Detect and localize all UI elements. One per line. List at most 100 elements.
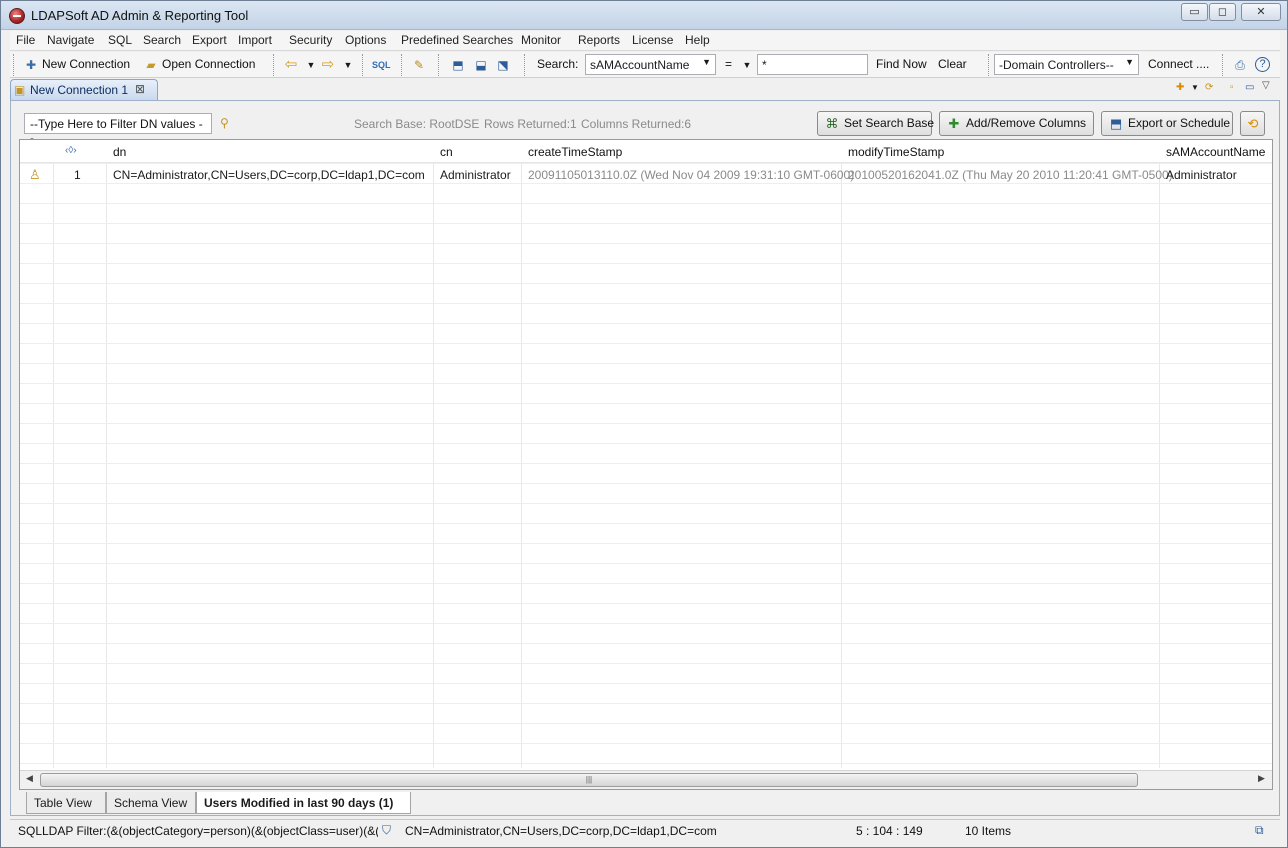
column-header-dn[interactable]: dn <box>113 145 126 159</box>
pencil-edit-icon[interactable]: ✎ <box>411 57 427 73</box>
row-divider <box>20 163 1272 164</box>
toolbar-separator <box>438 54 439 76</box>
row-divider <box>20 663 1272 664</box>
view-menu-icon[interactable]: ▼ <box>1191 83 1199 92</box>
menu-export[interactable]: Export <box>192 33 227 47</box>
menu-file[interactable]: File <box>16 33 35 47</box>
fast-view-icon[interactable]: ⧉ <box>1255 823 1264 838</box>
cell-cn[interactable]: Administrator <box>440 168 511 182</box>
operator-dropdown-icon[interactable]: ▼ <box>739 57 755 73</box>
app-window: LDAPSoft AD Admin & Reporting Tool ▭ ◻ ✕… <box>0 0 1288 848</box>
search-value-input[interactable]: * <box>757 54 868 75</box>
plus-icon: ✚ <box>948 116 960 131</box>
new-connection-button[interactable]: New Connection <box>42 57 130 71</box>
cell-modifytimestamp[interactable]: 20100520162041.0Z (Thu May 20 2010 11:20… <box>848 168 1173 182</box>
refresh-view-icon[interactable]: ⟳ <box>1205 82 1213 93</box>
results-table: ‹◊› dn cn createTimeStamp modifyTimeStam… <box>19 139 1273 790</box>
row-divider <box>20 603 1272 604</box>
compare-icon[interactable]: ⬔ <box>495 57 511 73</box>
clear-button[interactable]: Clear <box>938 57 967 71</box>
export-icon: ⬒ <box>1109 116 1123 131</box>
scroll-left-icon[interactable]: ◀ <box>26 773 33 784</box>
forward-arrow-icon[interactable]: ⇨ <box>320 57 336 73</box>
connection-status-icon: ⛉ <box>382 823 392 837</box>
search-label: Search: <box>537 57 579 71</box>
toolbar-separator <box>524 54 525 76</box>
menu-import[interactable]: Import <box>238 33 272 47</box>
column-header-createtimestamp[interactable]: createTimeStamp <box>528 145 622 159</box>
horizontal-scrollbar[interactable]: ◀ ||| ▶ <box>20 770 1272 789</box>
maximize-button[interactable]: ◻ <box>1209 3 1236 21</box>
menu-navigate[interactable]: Navigate <box>47 33 94 47</box>
menu-security[interactable]: Security <box>289 33 332 47</box>
open-connection-button[interactable]: Open Connection <box>162 57 255 71</box>
close-button[interactable]: ✕ <box>1241 3 1281 21</box>
dn-filter-input[interactable]: --Type Here to Filter DN values -- <box>24 113 212 145</box>
column-header-modifytimestamp[interactable]: modifyTimeStamp <box>848 145 944 159</box>
menu-search[interactable]: Search <box>143 33 181 47</box>
add-remove-columns-button[interactable]: ✚ Add/Remove Columns <box>939 111 1094 136</box>
row-divider <box>20 343 1272 344</box>
row-divider <box>20 223 1272 224</box>
connection-icon: ▣ <box>14 83 26 97</box>
toolbar-separator <box>1222 54 1223 76</box>
table-column <box>842 140 1160 768</box>
back-dropdown-icon[interactable]: ▼ <box>303 57 319 73</box>
menu-help[interactable]: Help <box>685 33 710 47</box>
row-divider <box>20 423 1272 424</box>
back-arrow-icon[interactable]: ⇦ <box>283 57 299 73</box>
minimize-view-icon[interactable]: ▫ <box>1230 82 1234 93</box>
search-attribute-select[interactable]: sAMAccountName ▼ <box>585 54 716 75</box>
refresh-button[interactable]: ⟲ <box>1240 111 1265 136</box>
toolbar-separator <box>273 54 274 76</box>
export-or-schedule-button[interactable]: ⬒ Export or Schedule <box>1101 111 1233 136</box>
import-icon[interactable]: ⬓ <box>473 57 489 73</box>
connect-button[interactable]: Connect .... <box>1148 57 1209 71</box>
tab-schema-view[interactable]: Schema View <box>106 792 196 814</box>
menu-sql[interactable]: SQL <box>108 33 132 47</box>
cell-samaccountname[interactable]: Administrator <box>1166 168 1237 182</box>
cell-dn[interactable]: CN=Administrator,CN=Users,DC=corp,DC=lda… <box>113 168 425 182</box>
row-divider <box>20 583 1272 584</box>
menu-license[interactable]: License <box>632 33 673 47</box>
column-resize-icon[interactable]: ‹◊› <box>65 145 77 156</box>
maximize-view-icon[interactable]: ▭ <box>1245 82 1254 93</box>
filter-icon[interactable]: ⚲ <box>220 116 229 130</box>
menu-predefined-searches[interactable]: Predefined Searches <box>401 33 513 47</box>
chevron-down-icon[interactable]: ▽ <box>1262 80 1270 91</box>
column-header-samaccountname[interactable]: sAMAccountName <box>1166 145 1265 159</box>
forward-dropdown-icon[interactable]: ▼ <box>340 57 356 73</box>
row-divider <box>20 323 1272 324</box>
user-icon: ♙ <box>29 167 41 182</box>
row-divider <box>20 743 1272 744</box>
row-divider <box>20 283 1272 284</box>
status-bar: SQLLDAP Filter:(&(objectCategory=person)… <box>10 819 1280 841</box>
sql-query-icon[interactable]: SQL <box>372 57 391 73</box>
item-count-text: 10 Items <box>965 824 1012 838</box>
search-base-label: Search Base: RootDSE <box>354 117 480 131</box>
scrollbar-thumb[interactable]: ||| <box>40 773 1138 787</box>
menu-monitor[interactable]: Monitor <box>521 33 561 47</box>
tab-new-connection-1[interactable]: ▣ New Connection 1 ⊠ <box>10 79 158 100</box>
export-icon[interactable]: ⬒ <box>450 57 466 73</box>
domain-controllers-select[interactable]: -Domain Controllers-- ▼ <box>994 54 1139 75</box>
tab-close-icon[interactable]: ⊠ <box>135 82 145 96</box>
find-now-button[interactable]: Find Now <box>876 57 927 71</box>
tab-users-modified[interactable]: Users Modified in last 90 days (1) <box>196 792 411 814</box>
menu-reports[interactable]: Reports <box>578 33 620 47</box>
row-divider <box>20 563 1272 564</box>
scroll-right-icon[interactable]: ▶ <box>1258 773 1265 784</box>
menu-options[interactable]: Options <box>345 33 386 47</box>
toolbar-separator <box>988 54 989 76</box>
set-search-base-button[interactable]: ⌘ Set Search Base <box>817 111 934 136</box>
minimize-button[interactable]: ▭ <box>1181 3 1208 21</box>
print-icon[interactable]: ⎙ <box>1232 57 1248 73</box>
cell-createtimestamp[interactable]: 20091105013110.0Z (Wed Nov 04 2009 19:31… <box>528 168 854 182</box>
help-icon[interactable]: ? <box>1255 57 1270 72</box>
title-bar: LDAPSoft AD Admin & Reporting Tool ▭ ◻ ✕ <box>1 1 1287 30</box>
column-header-cn[interactable]: cn <box>440 145 453 159</box>
add-view-icon[interactable]: ✚ <box>1176 82 1184 93</box>
row-divider <box>20 363 1272 364</box>
tab-table-view[interactable]: Table View <box>26 792 106 814</box>
operator-select[interactable]: = <box>725 57 732 71</box>
